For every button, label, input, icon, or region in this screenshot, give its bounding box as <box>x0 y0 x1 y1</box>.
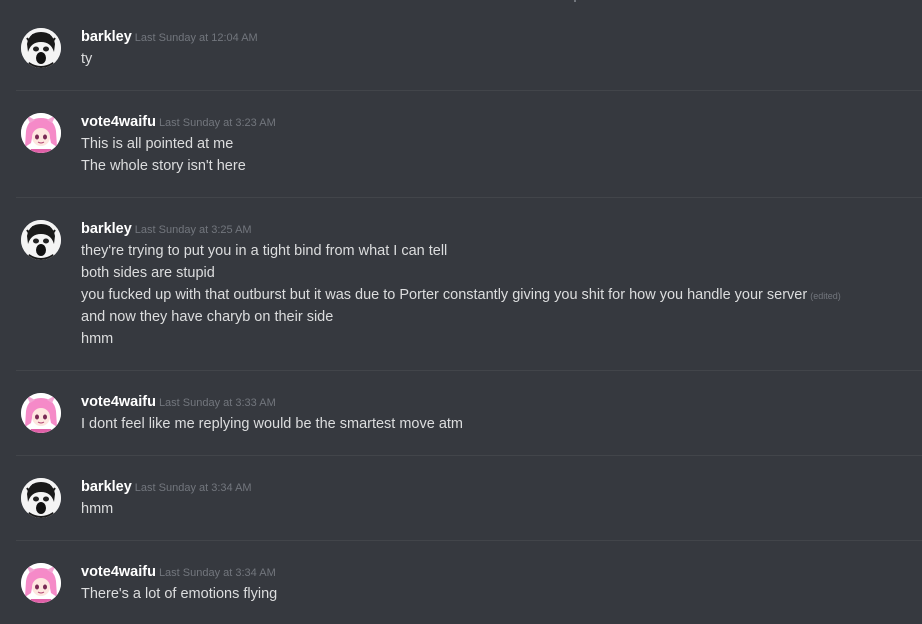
chat-messages[interactable]: barkley Last Sunday at 12:04 AM ty vote4w… <box>0 0 922 624</box>
timestamp[interactable]: Last Sunday at 3:34 AM <box>135 482 252 494</box>
scroll-marker <box>574 0 576 2</box>
username[interactable]: barkley <box>81 221 132 237</box>
message-header: barkley Last Sunday at 3:34 AM <box>81 477 252 497</box>
message-divider <box>16 455 922 456</box>
username[interactable]: barkley <box>81 479 132 495</box>
message-divider <box>16 197 922 198</box>
timestamp[interactable]: Last Sunday at 12:04 AM <box>135 32 258 44</box>
username[interactable]: vote4waifu <box>81 114 156 130</box>
username[interactable]: vote4waifu <box>81 564 156 580</box>
barkley-avatar[interactable] <box>21 28 61 68</box>
timestamp[interactable]: Last Sunday at 3:34 AM <box>159 567 276 579</box>
vote4waifu-avatar[interactable] <box>21 393 61 433</box>
message-line: The whole story isn't here <box>81 158 246 174</box>
message-text: you fucked up with that outburst but it … <box>81 287 808 303</box>
message-line: hmm <box>81 331 114 347</box>
timestamp[interactable]: Last Sunday at 3:33 AM <box>159 397 276 409</box>
message-divider <box>16 90 922 91</box>
timestamp[interactable]: Last Sunday at 3:23 AM <box>159 117 276 129</box>
message-header: barkley Last Sunday at 12:04 AM <box>81 27 258 47</box>
barkley-avatar[interactable] <box>21 220 61 260</box>
vote4waifu-avatar[interactable] <box>21 113 61 153</box>
message-divider <box>16 540 922 541</box>
message-header: vote4waifu Last Sunday at 3:23 AM <box>81 112 276 132</box>
timestamp[interactable]: Last Sunday at 3:25 AM <box>135 224 252 236</box>
username[interactable]: barkley <box>81 29 132 45</box>
message-line: you fucked up with that outburst but it … <box>81 284 841 306</box>
message-header: vote4waifu Last Sunday at 3:34 AM <box>81 562 276 582</box>
message-line: ty <box>81 51 93 67</box>
message-line: both sides are stupid <box>81 265 215 281</box>
message-divider <box>16 370 922 371</box>
message-line: There's a lot of emotions flying <box>81 586 278 602</box>
vote4waifu-avatar[interactable] <box>21 563 61 603</box>
message-line: they're trying to put you in a tight bin… <box>81 243 448 259</box>
username[interactable]: vote4waifu <box>81 394 156 410</box>
message-line: hmm <box>81 501 114 517</box>
message-line: I dont feel like me replying would be th… <box>81 416 464 432</box>
message-header: vote4waifu Last Sunday at 3:33 AM <box>81 392 276 412</box>
message-line: and now they have charyb on their side <box>81 309 334 325</box>
message-header: barkley Last Sunday at 3:25 AM <box>81 219 252 239</box>
barkley-avatar[interactable] <box>21 478 61 518</box>
message-line: This is all pointed at me <box>81 136 234 152</box>
edited-label[interactable]: (edited) <box>810 291 841 301</box>
